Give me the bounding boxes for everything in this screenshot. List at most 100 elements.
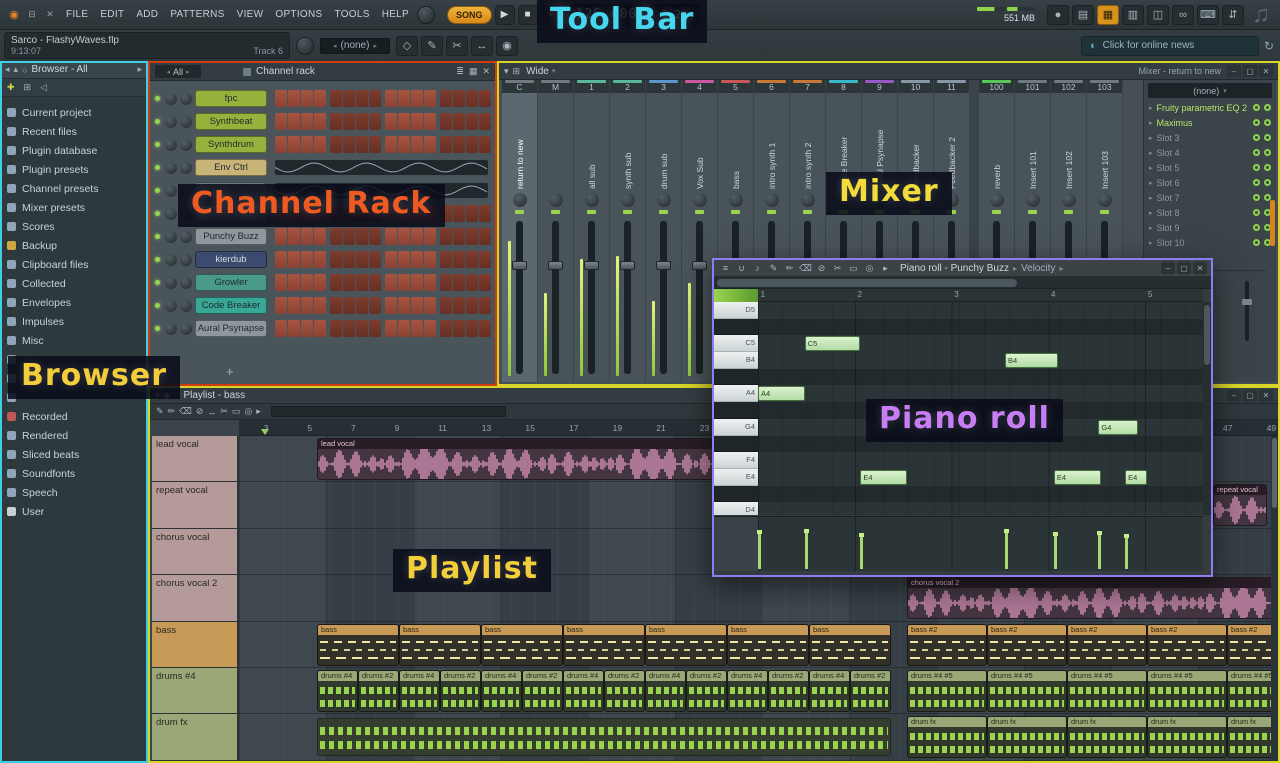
step-cell[interactable] [479, 113, 491, 130]
clip-pattern[interactable] [317, 718, 891, 756]
shuffle-knob[interactable] [296, 37, 314, 55]
track-mute-switch[interactable] [695, 210, 704, 214]
clip-repeat-vocal[interactable]: repeat vocal [1213, 484, 1267, 526]
step-cell[interactable] [453, 297, 465, 314]
step-cell[interactable] [343, 228, 355, 245]
step-cell[interactable] [314, 297, 326, 314]
channel-pan-knob[interactable] [165, 116, 177, 128]
step-cell[interactable] [479, 320, 491, 337]
step-cell[interactable] [330, 320, 342, 337]
slot-mix-knob[interactable] [1264, 104, 1271, 111]
step-cell[interactable] [453, 136, 465, 153]
white-key[interactable]: A4 [714, 385, 758, 402]
clip-bass-#2[interactable]: bass #2 [1147, 624, 1227, 666]
channel-button[interactable]: Punchy Buzz [195, 228, 267, 245]
slot-enable-switch[interactable] [1253, 239, 1260, 246]
slot-enable-switch[interactable] [1253, 134, 1260, 141]
playlist-track-header[interactable]: drums #4 [152, 668, 239, 714]
stop-button[interactable]: ■ [518, 5, 538, 25]
clip-drums-#2[interactable]: drums #2 [440, 670, 481, 712]
slot-enable-switch[interactable] [1253, 119, 1260, 126]
track-mute-switch[interactable] [551, 210, 560, 214]
step-cell[interactable] [411, 228, 423, 245]
step-cell[interactable] [466, 320, 478, 337]
slot-enable-switch[interactable] [1253, 224, 1260, 231]
step-cell[interactable] [343, 136, 355, 153]
step-cell[interactable] [385, 136, 397, 153]
step-cell[interactable] [453, 228, 465, 245]
step-editor-icon[interactable]: ▦ [469, 66, 478, 77]
step-cell[interactable] [385, 274, 397, 291]
slice-icon[interactable]: ✂ [220, 406, 228, 417]
clip-drums-#4-#5[interactable]: drums #4 #5 [1227, 670, 1271, 712]
clip-bass-#2[interactable]: bass #2 [1067, 624, 1147, 666]
step-cell[interactable] [356, 251, 368, 268]
clip-bass[interactable]: bass [727, 624, 809, 666]
step-cell[interactable] [466, 251, 478, 268]
track-pan-knob[interactable] [657, 193, 671, 207]
fader-handle[interactable] [512, 261, 527, 270]
track-pan-knob[interactable] [585, 193, 599, 207]
step-cell[interactable] [369, 228, 381, 245]
track-pan-knob[interactable] [549, 193, 563, 207]
mixer-menu-icon[interactable]: ▾ [504, 66, 509, 77]
copy-file-icon[interactable]: ⊞ [24, 82, 32, 93]
song-mode-button[interactable]: SONG [447, 6, 492, 24]
step-cell[interactable] [385, 228, 397, 245]
track-mute-switch[interactable] [1064, 210, 1073, 214]
browser-item[interactable]: Misc [0, 331, 147, 350]
zoom-icon[interactable]: ◎ [862, 262, 877, 275]
step-cell[interactable] [440, 90, 452, 107]
slot-enable-switch[interactable] [1253, 209, 1260, 216]
channel-volume-knob[interactable] [180, 116, 192, 128]
step-cell[interactable] [398, 136, 410, 153]
step-cell[interactable] [424, 297, 436, 314]
step-cell[interactable] [288, 228, 300, 245]
step-cell[interactable] [385, 297, 397, 314]
channel-mute-led[interactable] [155, 119, 160, 124]
step-cell[interactable] [301, 274, 313, 291]
browser-item[interactable]: Channel presets [0, 179, 147, 198]
white-key[interactable]: E4 [714, 469, 758, 486]
playlist-lane[interactable]: drums #4drums #2drums #4drums #2drums #4… [239, 668, 1271, 714]
step-cell[interactable] [424, 320, 436, 337]
step-cell[interactable] [314, 90, 326, 107]
slot-enable-switch[interactable] [1253, 149, 1260, 156]
one-click-record-icon[interactable]: ● [1047, 5, 1069, 25]
note-b4[interactable]: B4 [1005, 353, 1058, 368]
step-cell[interactable] [385, 113, 397, 130]
select-icon[interactable]: ▭ [232, 406, 241, 417]
piano-roll-ruler[interactable]: 12345 [758, 289, 1203, 302]
playback-icon[interactable]: ▸ [256, 406, 261, 417]
delete-icon[interactable]: ⌫ [798, 262, 813, 275]
track-mute-switch[interactable] [1028, 210, 1037, 214]
channel-pan-knob[interactable] [165, 231, 177, 243]
close-icon[interactable]: ✕ [482, 66, 490, 77]
browser-toggle-icon[interactable]: ▤ [1072, 5, 1094, 25]
piano-roll-target-selector[interactable]: Velocity [1021, 263, 1055, 274]
mixer-track-2[interactable]: 2synth sub [610, 80, 646, 382]
browser-item[interactable]: Speech [0, 483, 147, 502]
browser-item[interactable]: Clipboard files [0, 255, 147, 274]
menu-options[interactable]: OPTIONS [269, 0, 328, 29]
pattern-selector[interactable]: ◂ (none) ▸ [320, 38, 390, 54]
effect-slot-4[interactable]: ▸Slot 4 [1144, 145, 1276, 160]
step-cell[interactable] [424, 228, 436, 245]
up-icon[interactable]: ▴ [14, 64, 19, 75]
step-cell[interactable] [453, 274, 465, 291]
step-cell[interactable] [330, 90, 342, 107]
white-key[interactable]: B4 [714, 352, 758, 369]
playlist-track-header[interactable]: lead vocal [152, 436, 239, 482]
playlist-scrollbar[interactable] [1271, 436, 1278, 761]
white-key[interactable]: D5 [714, 302, 758, 319]
step-cell[interactable] [398, 90, 410, 107]
browser-item[interactable]: Mixer presets [0, 198, 147, 217]
step-cell[interactable] [453, 320, 465, 337]
piano-roll-toggle-icon[interactable]: ▥ [1122, 5, 1144, 25]
channel-button[interactable]: fpc [195, 90, 267, 107]
stamp-icon[interactable]: ♪ [750, 262, 765, 275]
pattern-picker-box[interactable] [271, 406, 506, 417]
browser-header[interactable]: ◂▴○ Browser - All ▸ [0, 61, 147, 79]
step-cell[interactable] [288, 113, 300, 130]
channel-mute-led[interactable] [155, 257, 160, 262]
